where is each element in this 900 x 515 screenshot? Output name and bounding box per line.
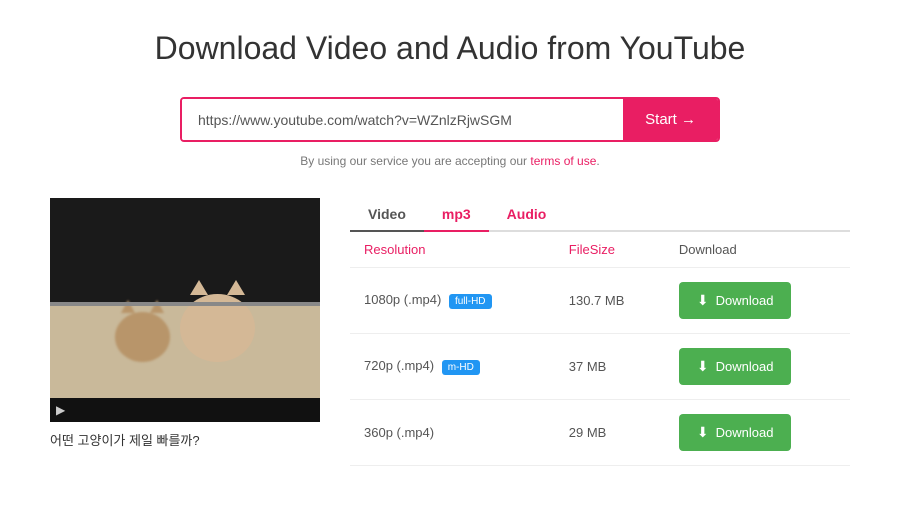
- video-bottom-bar: ▶: [50, 398, 320, 422]
- download-icon: ⬇: [697, 424, 709, 441]
- badge-m-hd: m-HD: [442, 360, 480, 375]
- url-input-wrapper: Start →: [180, 97, 720, 142]
- thumbnail-image: [50, 198, 320, 398]
- terms-link[interactable]: terms of use: [530, 154, 596, 168]
- tabs: Video mp3 Audio: [350, 198, 850, 232]
- download-cell-720p: ⬇ Download: [665, 334, 850, 400]
- filesize-720p: 37 MB: [555, 334, 665, 400]
- tab-mp3[interactable]: mp3: [424, 198, 489, 232]
- download-table: Resolution FileSize Download 1080p (.mp4…: [350, 232, 850, 466]
- col-resolution: Resolution: [350, 232, 555, 268]
- page-wrapper: Download Video and Audio from YouTube St…: [0, 0, 900, 496]
- resolution-1080p: 1080p (.mp4) full-HD: [350, 268, 555, 334]
- resolution-360p: 360p (.mp4): [350, 400, 555, 466]
- download-icon: ⬇: [697, 292, 709, 309]
- thumbnail-overlay: [50, 198, 320, 398]
- filesize-1080p: 130.7 MB: [555, 268, 665, 334]
- download-cell-360p: ⬇ Download: [665, 400, 850, 466]
- col-download: Download: [665, 232, 850, 268]
- resolution-720p: 720p (.mp4) m-HD: [350, 334, 555, 400]
- filesize-360p: 29 MB: [555, 400, 665, 466]
- download-table-section: Video mp3 Audio Resolution FileSize Down…: [350, 198, 850, 466]
- thumbnail-section: ▶ 어떤 고양이가 제일 빠를까?: [50, 198, 320, 449]
- table-row: 720p (.mp4) m-HD 37 MB ⬇ Download: [350, 334, 850, 400]
- page-title: Download Video and Audio from YouTube: [50, 30, 850, 67]
- table-row: 1080p (.mp4) full-HD 130.7 MB ⬇ Download: [350, 268, 850, 334]
- start-button[interactable]: Start →: [623, 99, 718, 140]
- tab-audio[interactable]: Audio: [489, 198, 565, 232]
- download-cell-1080p: ⬇ Download: [665, 268, 850, 334]
- table-row: 360p (.mp4) 29 MB ⬇ Download: [350, 400, 850, 466]
- url-form: Start →: [50, 97, 850, 142]
- badge-full-hd: full-HD: [449, 294, 492, 309]
- tab-video[interactable]: Video: [350, 198, 424, 232]
- download-button-720p[interactable]: ⬇ Download: [679, 348, 792, 385]
- download-button-360p[interactable]: ⬇ Download: [679, 414, 792, 451]
- col-filesize: FileSize: [555, 232, 665, 268]
- download-button-1080p[interactable]: ⬇ Download: [679, 282, 792, 319]
- start-button-label: Start →: [645, 111, 696, 128]
- terms-prefix: By using our service you are accepting o…: [300, 154, 530, 168]
- terms-text: By using our service you are accepting o…: [50, 154, 850, 168]
- download-icon: ⬇: [697, 358, 709, 375]
- url-input[interactable]: [182, 99, 623, 140]
- content-area: ▶ 어떤 고양이가 제일 빠를까? Video mp3 Audio: [50, 198, 850, 466]
- play-icon: ▶: [56, 403, 65, 417]
- video-caption: 어떤 고양이가 제일 빠를까?: [50, 430, 320, 449]
